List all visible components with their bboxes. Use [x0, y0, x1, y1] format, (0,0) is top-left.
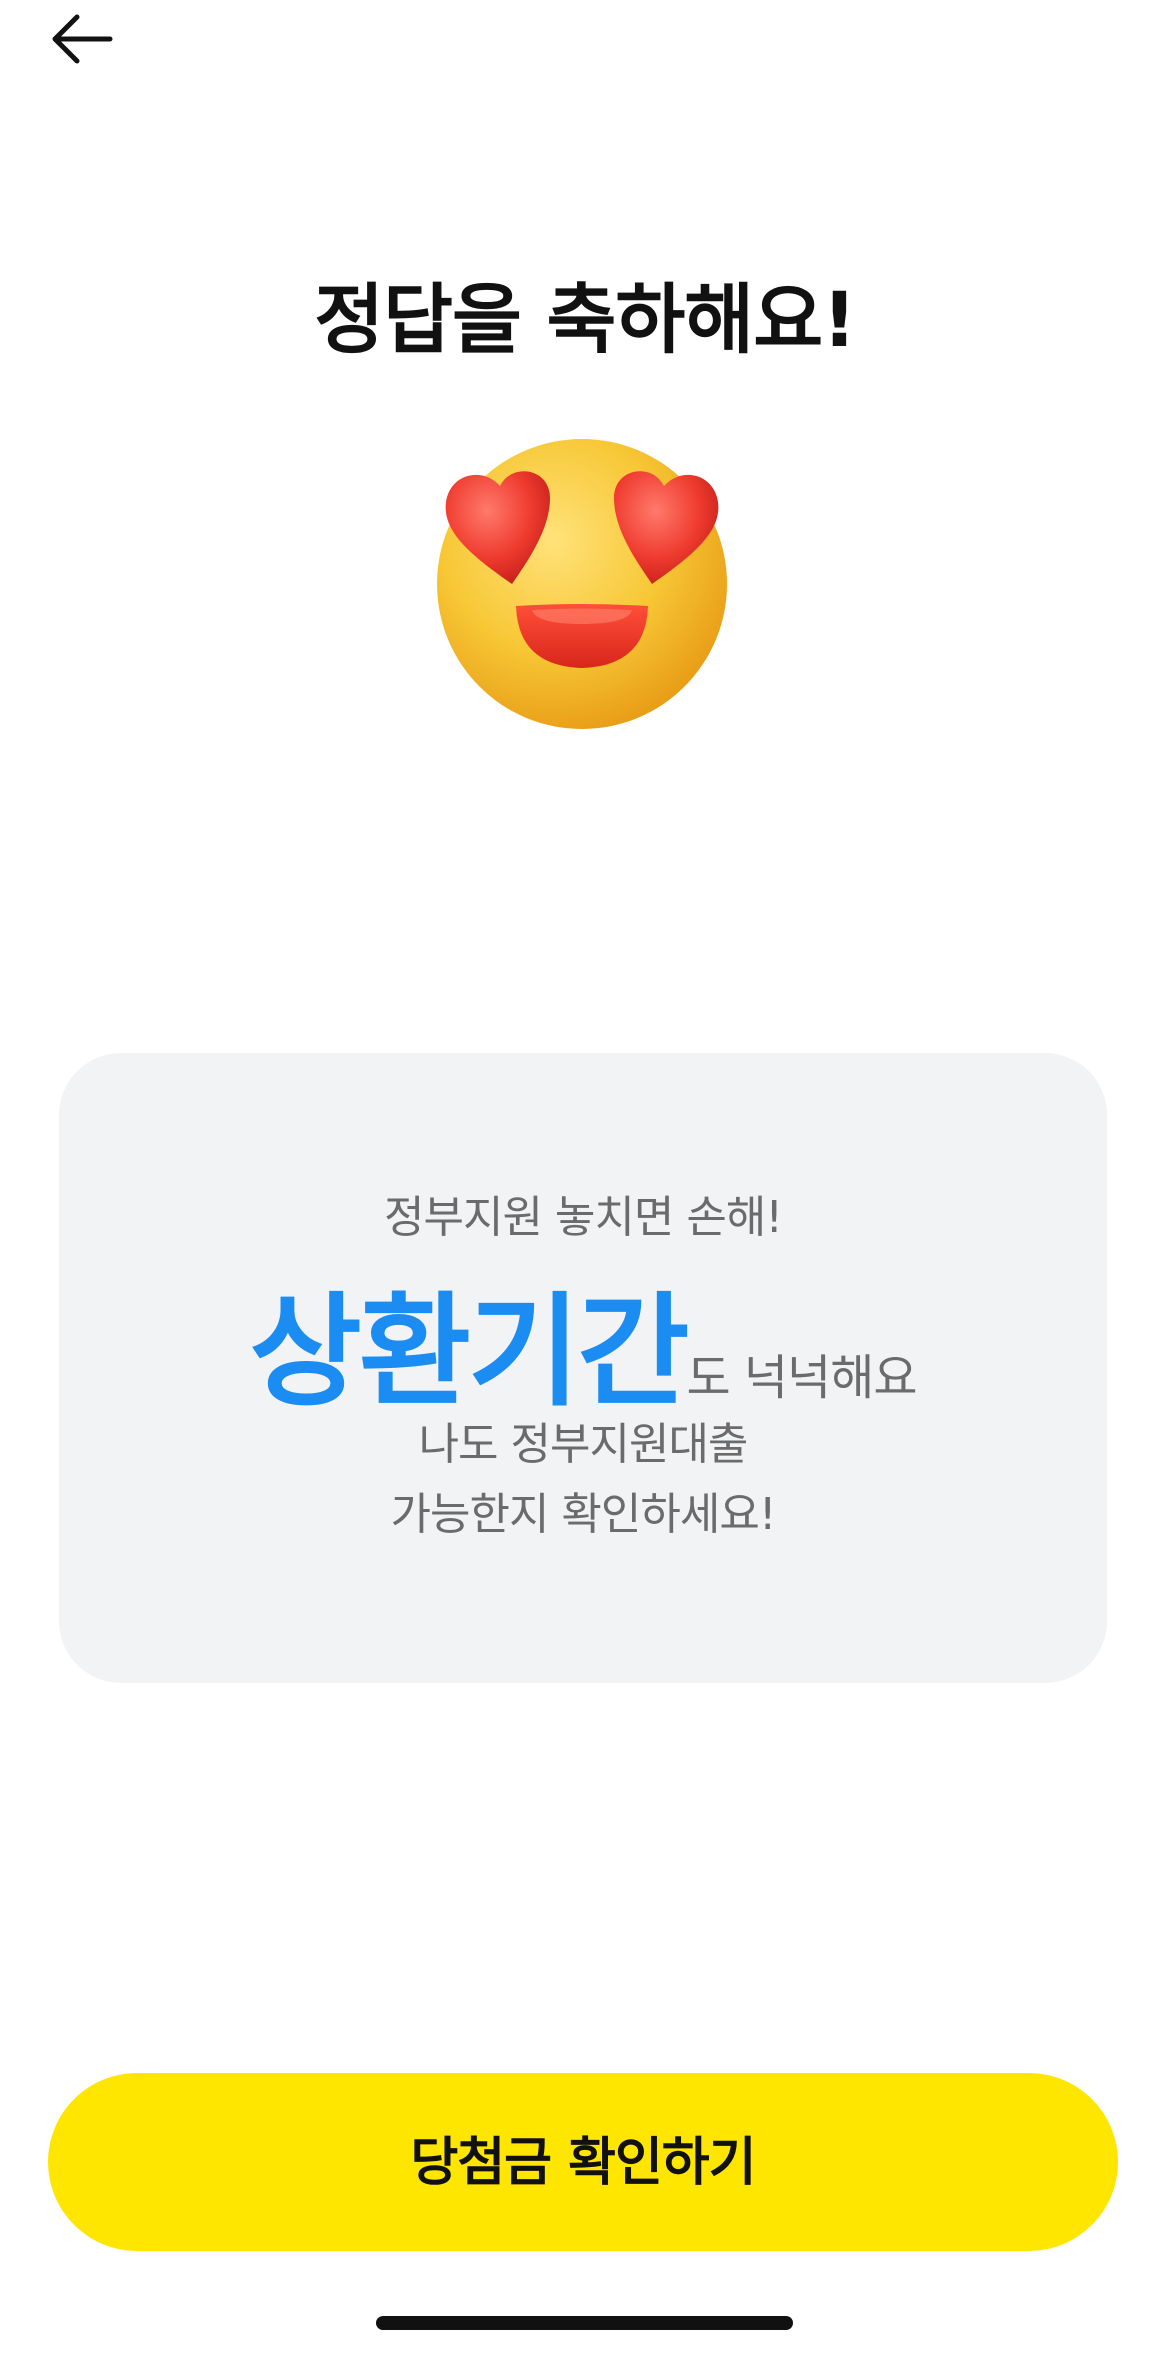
home-indicator[interactable]	[376, 2316, 793, 2330]
arrow-left-icon	[52, 14, 113, 64]
back-button[interactable]	[44, 6, 124, 72]
promo-headline: 상환기간도 넉넉해요	[59, 1253, 1107, 1430]
promo-card: 정부지원 놓치면 손해! 상환기간도 넉넉해요 나도 정부지원대출 가능한지 확…	[59, 1053, 1107, 1683]
heart-eyes-face-icon	[432, 434, 732, 734]
check-prize-button[interactable]: 당첨금 확인하기	[48, 2073, 1118, 2251]
page-title: 정답을 축하해요!	[314, 275, 857, 364]
promo-highlight: 상환기간	[249, 1281, 689, 1423]
promo-line-4: 가능한지 확인하세요!	[390, 1489, 777, 1540]
promo-highlight-suffix: 도 넉넉해요	[686, 1350, 917, 1406]
promo-line-1: 정부지원 놓치면 손해!	[384, 1192, 783, 1243]
promo-line-3: 나도 정부지원대출	[418, 1419, 749, 1470]
